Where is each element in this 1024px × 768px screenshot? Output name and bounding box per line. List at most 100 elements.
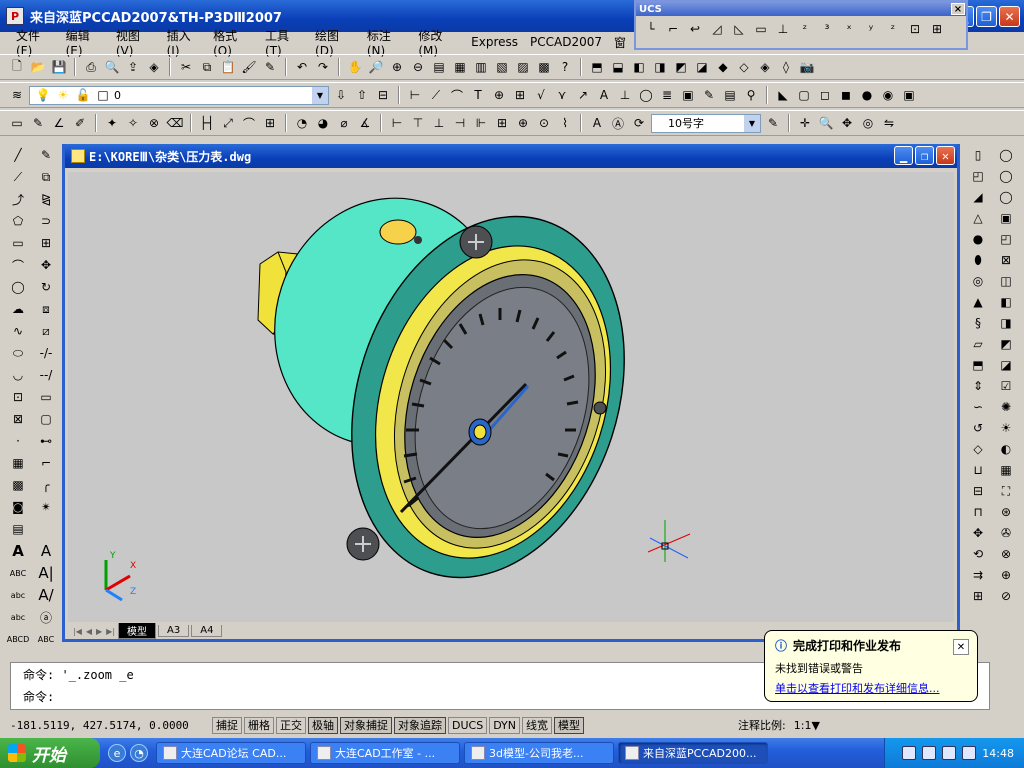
osnap-toggle[interactable]: 对象捕捉 xyxy=(340,716,392,734)
ortho-toggle[interactable]: 正交 xyxy=(276,716,306,734)
view-back-icon[interactable]: ◪ xyxy=(693,58,711,76)
menu-window[interactable]: 窗 xyxy=(608,34,632,51)
camera-icon[interactable]: 📷 xyxy=(798,58,816,76)
network-icon[interactable] xyxy=(962,746,977,760)
view-sw-icon[interactable]: ◆ xyxy=(714,58,732,76)
tab-a4[interactable]: A4 xyxy=(191,625,223,637)
open-file-icon[interactable]: 📂 xyxy=(29,58,47,76)
table-icon[interactable]: ▤ xyxy=(9,520,27,538)
dim-diameter-icon[interactable]: ⌀ xyxy=(335,114,353,132)
ucs-view-icon[interactable]: ▭ xyxy=(752,20,770,38)
close-button[interactable]: ✕ xyxy=(999,6,1020,27)
intersect-icon[interactable]: ⊓ xyxy=(969,503,987,521)
shell-icon[interactable]: ◪ xyxy=(997,356,1015,374)
model-toggle[interactable]: 模型 xyxy=(554,716,585,734)
view-nw-icon[interactable]: ◊ xyxy=(777,58,795,76)
tab-next-button[interactable]: ▶ xyxy=(95,627,103,636)
cone-icon[interactable]: △ xyxy=(969,209,987,227)
ring-3-icon[interactable]: ◯ xyxy=(997,188,1015,206)
find-text-icon[interactable]: abc xyxy=(9,608,27,626)
menu-draw[interactable]: 绘图(D) xyxy=(309,27,361,58)
polygon-icon[interactable]: ⬠ xyxy=(9,212,27,230)
annotation-scale-value[interactable]: 1:1▼ xyxy=(794,719,820,732)
chevron-down-icon[interactable]: ▼ xyxy=(312,86,328,104)
sweep-icon[interactable]: ∽ xyxy=(969,398,987,416)
drawing-maximize-button[interactable]: ❐ xyxy=(915,146,934,165)
fillet-icon[interactable]: ╭ xyxy=(37,476,55,494)
dim-angular-icon[interactable]: ∡ xyxy=(356,114,374,132)
realistic-icon[interactable]: ● xyxy=(858,86,876,104)
explode-object-icon[interactable]: ✴ xyxy=(37,498,55,516)
ucs-zaxis-icon[interactable]: ᶻ xyxy=(796,20,814,38)
slice-icon[interactable]: ◫ xyxy=(997,272,1015,290)
balloon-icon[interactable]: ◯ xyxy=(637,86,655,104)
view-top-icon[interactable]: ⬒ xyxy=(588,58,606,76)
camera-2-icon[interactable]: ◎ xyxy=(859,114,877,132)
view-ne-icon[interactable]: ◈ xyxy=(756,58,774,76)
solid-box-icon[interactable]: ▣ xyxy=(997,209,1015,227)
locate-icon[interactable]: ⊕ xyxy=(997,566,1015,584)
menu-dimension[interactable]: 标注(N) xyxy=(361,27,413,58)
print-icon[interactable]: ⎙ xyxy=(82,58,100,76)
bom-icon[interactable]: ▤ xyxy=(721,86,739,104)
new-file-icon[interactable]: 🗋 xyxy=(8,58,26,76)
view-left-icon[interactable]: ◧ xyxy=(630,58,648,76)
ucs-previous-icon[interactable]: ↩ xyxy=(686,20,704,38)
light-icon[interactable]: ✺ xyxy=(997,398,1015,416)
lineweight-toggle[interactable]: 线宽 xyxy=(522,716,553,734)
copy-icon[interactable]: ⧉ xyxy=(198,58,216,76)
dim-arc-icon[interactable]: ⌒ xyxy=(448,86,466,104)
drawing-window-titlebar[interactable]: E:\KOREⅢ\杂类\压力表.dwg ▁ ❐ ✕ xyxy=(65,144,957,168)
keyboard-icon[interactable] xyxy=(902,746,917,760)
cylinder-icon[interactable]: ⬮ xyxy=(969,251,987,269)
taskbar-item[interactable]: 3d模型-公司我老... xyxy=(464,742,614,764)
shield-icon[interactable] xyxy=(942,746,957,760)
pin-2-icon[interactable]: ✇ xyxy=(997,524,1015,542)
undo-icon[interactable]: ↶ xyxy=(293,58,311,76)
text-style-icon[interactable]: A/ xyxy=(37,586,55,604)
leader-icon[interactable]: ↗ xyxy=(574,86,592,104)
dim-space-icon[interactable]: ⊣ xyxy=(451,114,469,132)
tab-a3[interactable]: A3 xyxy=(158,625,190,637)
inspection-icon[interactable]: ⊙ xyxy=(535,114,553,132)
view-se-icon[interactable]: ◇ xyxy=(735,58,753,76)
3d-dwf-icon[interactable]: ◈ xyxy=(145,58,163,76)
taskbar-item[interactable]: 来自深蓝PCCAD200... xyxy=(618,742,768,764)
menu-format[interactable]: 格式(O) xyxy=(207,27,259,58)
block-editor-icon[interactable]: ✎ xyxy=(261,58,279,76)
otrack-toggle[interactable]: 对象追踪 xyxy=(394,716,446,734)
scale-text-icon[interactable]: ⓐ xyxy=(37,608,55,626)
insert-block-icon[interactable]: ⊡ xyxy=(9,388,27,406)
ucs-world-icon[interactable]: ⌐ xyxy=(664,20,682,38)
menu-express[interactable]: Express xyxy=(465,35,524,49)
menu-modify[interactable]: 修改(M) xyxy=(412,27,465,58)
arrow-icon[interactable] xyxy=(922,746,937,760)
wireframe-3d-icon[interactable]: ◻ xyxy=(816,86,834,104)
pin-icon[interactable]: ⚲ xyxy=(742,86,760,104)
3d-align-icon[interactable]: ⇉ xyxy=(969,566,987,584)
layer-match-icon[interactable]: ▭ xyxy=(8,114,26,132)
hidden-icon[interactable]: ◼ xyxy=(837,86,855,104)
dim-aligned-icon[interactable]: ⟋ xyxy=(427,86,445,104)
chamfer-icon[interactable]: ⌐ xyxy=(37,454,55,472)
spell-check-icon[interactable]: abc xyxy=(9,586,27,604)
polyline-icon[interactable]: ⤴ xyxy=(9,190,27,208)
union-icon[interactable]: ⊔ xyxy=(969,461,987,479)
polysolid-icon[interactable]: ▯ xyxy=(969,146,987,164)
ucs-y-icon[interactable]: ʸ xyxy=(862,20,880,38)
publish-icon[interactable]: ⇪ xyxy=(124,58,142,76)
grid-toggle[interactable]: 栅格 xyxy=(244,716,274,734)
separate-icon[interactable]: ◩ xyxy=(997,335,1015,353)
mirror-icon[interactable]: ⧎ xyxy=(37,190,55,208)
erase-icon[interactable]: ⌫ xyxy=(166,114,184,132)
coordinate-readout[interactable]: -181.5119, 427.5174, 0.0000 xyxy=(10,719,210,732)
box-icon[interactable]: ◰ xyxy=(969,167,987,185)
dim-linear-h-icon[interactable]: ├┤ xyxy=(198,114,216,132)
app-icon[interactable]: P xyxy=(6,7,24,25)
solid-edit-icon[interactable]: ◰ xyxy=(997,230,1015,248)
draw-line-icon[interactable]: ∠ xyxy=(50,114,68,132)
stretch-icon[interactable]: ⧄ xyxy=(37,322,55,340)
taskbar-item[interactable]: 大连CAD论坛 CAD... xyxy=(156,742,306,764)
library-icon[interactable]: ▣ xyxy=(679,86,697,104)
abcd-icon[interactable]: ABCD xyxy=(7,630,30,648)
